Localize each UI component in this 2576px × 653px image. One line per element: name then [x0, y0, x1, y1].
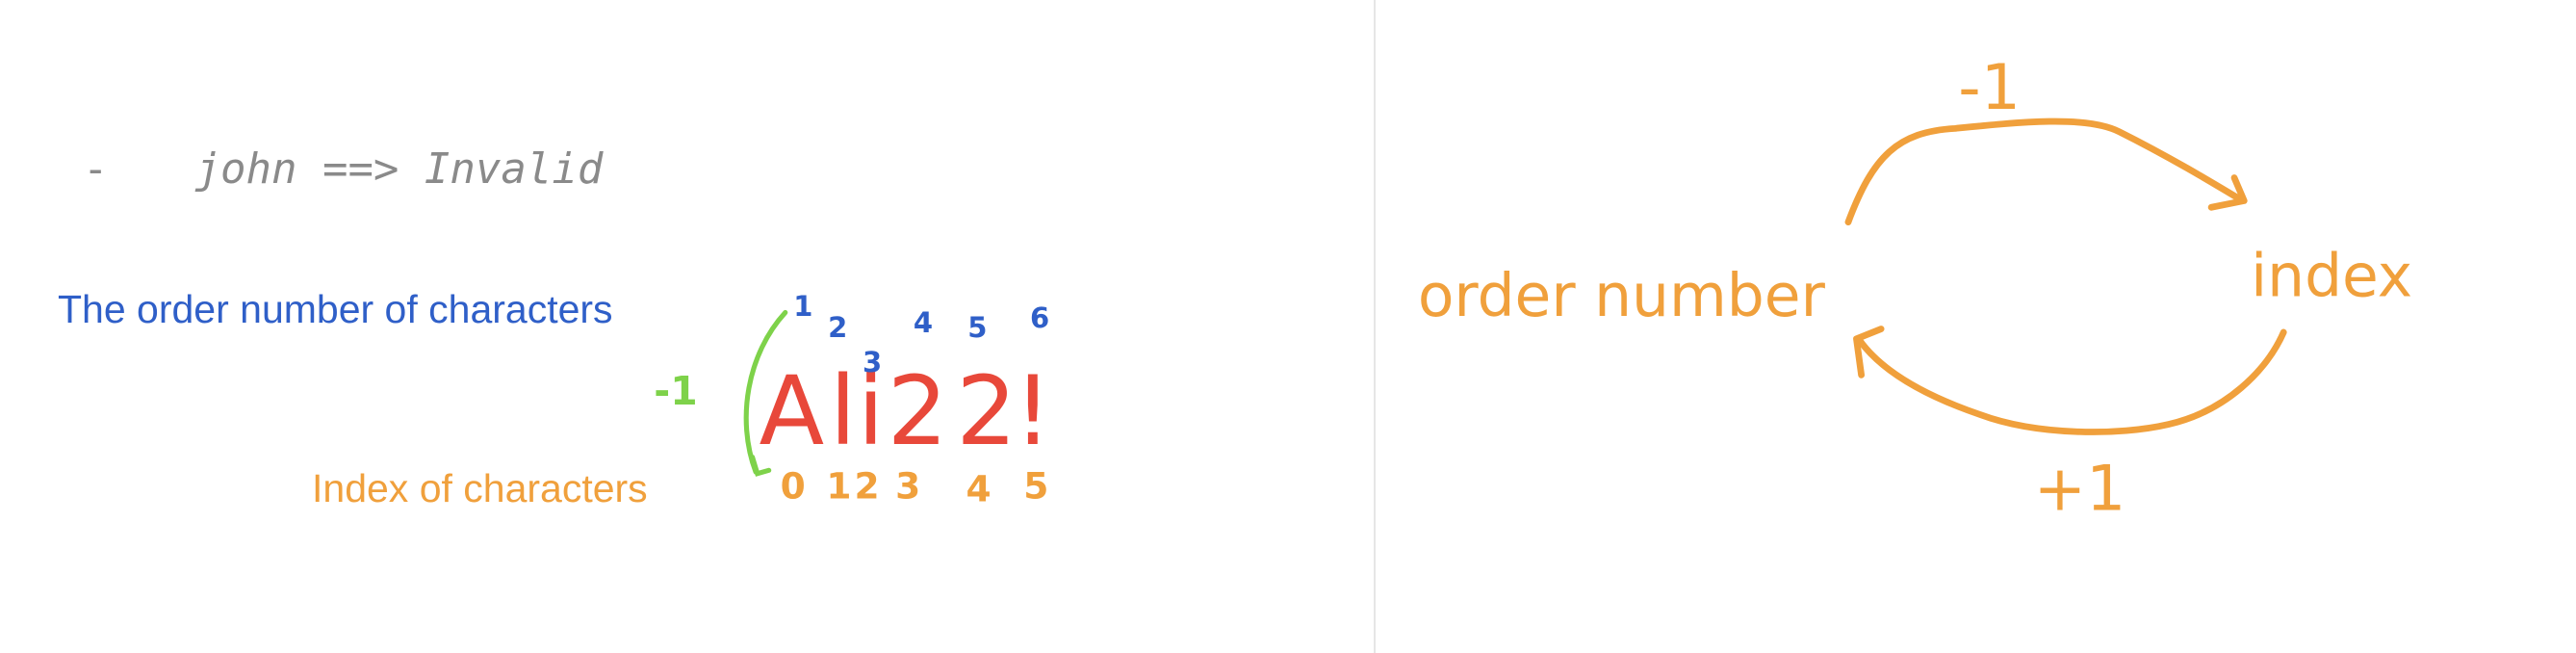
order-number: 5 [967, 311, 987, 344]
order-number: 4 [914, 306, 933, 339]
handwritten-drawing: -1 A l i 2 2 ! 1 2 3 4 5 6 0 1 2 3 4 5 o… [654, 52, 2412, 525]
plus-one-label: +1 [2034, 453, 2126, 525]
order-number: 3 [863, 346, 882, 379]
index-number: 2 [854, 464, 879, 507]
index-node: index [2251, 242, 2412, 310]
indexes: 0 1 2 3 4 5 [781, 464, 1049, 509]
example-word: A l i 2 2 ! [759, 356, 1051, 467]
order-number: 6 [1030, 301, 1049, 334]
bottom-arrow [1853, 326, 2287, 435]
index-number: 5 [1023, 464, 1048, 507]
word-char: A [759, 356, 824, 467]
index-number: 3 [895, 464, 920, 507]
order-number: 2 [828, 311, 847, 344]
word-char: 2 [956, 356, 1017, 467]
order-number-node: order number [1418, 262, 1826, 330]
word-char: 2 [888, 356, 948, 467]
offset-label: -1 [654, 368, 697, 414]
word-char: ! [1014, 356, 1052, 467]
index-number: 4 [966, 468, 992, 510]
minus-one-label: -1 [1958, 52, 2021, 124]
index-number: 1 [826, 464, 851, 507]
top-arrow [1844, 118, 2248, 226]
order-number: 1 [793, 290, 812, 323]
word-char: l [830, 356, 857, 467]
index-number: 0 [781, 464, 806, 507]
